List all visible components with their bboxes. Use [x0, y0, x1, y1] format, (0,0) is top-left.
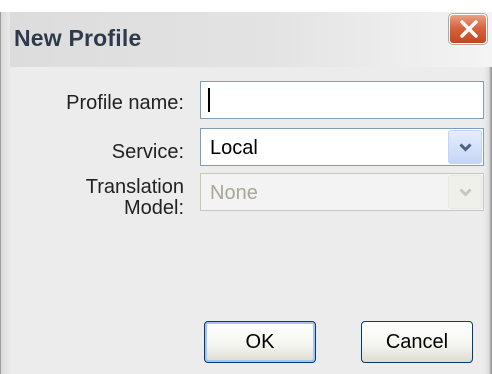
- chevron-down-icon: [459, 188, 472, 197]
- service-dropdown-button[interactable]: [448, 130, 482, 164]
- service-selected-value: Local: [210, 137, 258, 159]
- close-button[interactable]: [449, 14, 487, 44]
- translation-model-label: Translation Model:: [30, 177, 184, 219]
- translation-model-dropdown-button: [448, 175, 482, 209]
- translation-model-label-line1: Translation: [85, 176, 184, 198]
- profile-name-input[interactable]: [201, 82, 483, 118]
- profile-name-label: Profile name:: [66, 92, 184, 114]
- window-left-border: [0, 12, 10, 374]
- translation-model-label-line2: Model:: [123, 197, 184, 219]
- service-label: Service:: [111, 141, 184, 163]
- service-dropdown[interactable]: Local: [200, 128, 484, 166]
- window-right-border: [484, 67, 492, 374]
- chevron-down-icon: [459, 143, 472, 152]
- title-bar: New Profile: [0, 12, 492, 67]
- close-x-icon: [460, 20, 478, 38]
- text-caret: [208, 88, 210, 112]
- profile-name-input-box[interactable]: [200, 81, 484, 119]
- ok-button[interactable]: OK: [204, 321, 316, 363]
- translation-model-selected-value: None: [210, 182, 258, 204]
- cancel-button[interactable]: Cancel: [361, 321, 473, 363]
- translation-model-dropdown: None: [200, 173, 484, 211]
- dialog-title: New Profile: [14, 25, 142, 51]
- new-profile-dialog: New Profile Profile name: Service: Local…: [0, 0, 492, 374]
